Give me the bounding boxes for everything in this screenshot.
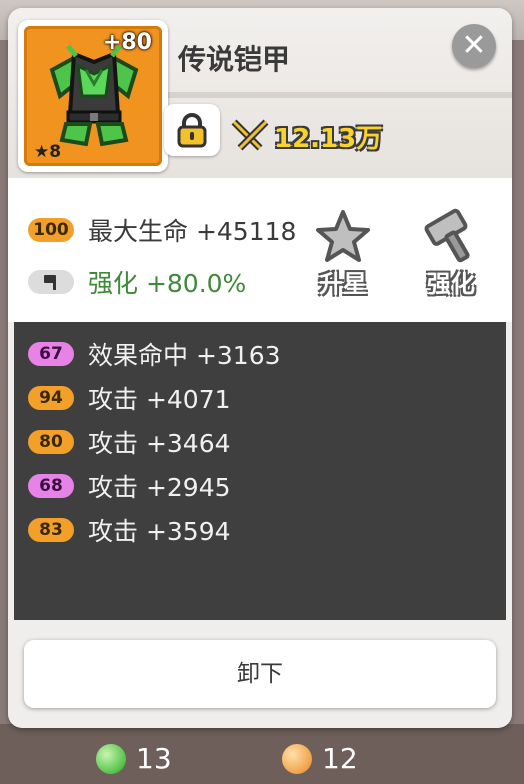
item-card[interactable]: +80 ★8 (18, 20, 168, 172)
currency-value: 12 (322, 742, 358, 775)
sub-stat-row: 67 效果命中 +3163 (28, 336, 281, 372)
armor-icon (49, 44, 139, 147)
sub-stat-row: 83 攻击 +3594 (28, 512, 231, 548)
stat-badge: 94 (28, 386, 74, 410)
item-detail-panel: +80 ★8 传说铠甲 ✕ 12.13万 100 最大生命 +45118 强化 … (8, 8, 512, 728)
enhance-level: +80 (102, 30, 152, 55)
stat-badge: 100 (28, 218, 74, 242)
close-icon: ✕ (461, 28, 487, 63)
enhance-stat-row: 强化 +80.0% (28, 264, 246, 300)
enhance-label: 强化 (427, 270, 475, 298)
orange-gem-icon (282, 743, 312, 774)
currency-orange: 12 (282, 742, 358, 775)
power-value: 12.13万 (274, 124, 383, 154)
upgrade-star-button[interactable]: 升星 (308, 208, 378, 298)
stat-text: 攻击 +4071 (88, 385, 231, 414)
item-name: 传说铠甲 (178, 43, 291, 76)
item-icon-frame: +80 ★8 (24, 26, 162, 166)
main-stats: 100 最大生命 +45118 强化 +80.0% 升星 强化 (8, 178, 512, 322)
stat-text: 攻击 +2945 (88, 473, 231, 502)
stat-badge: 83 (28, 518, 74, 542)
main-stat-row: 100 最大生命 +45118 (28, 212, 296, 248)
currency-value: 13 (136, 742, 172, 775)
stat-text: 攻击 +3594 (88, 517, 231, 546)
lock-button[interactable] (164, 104, 220, 156)
green-gem-icon (96, 743, 126, 774)
stat-text: 最大生命 +45118 (88, 217, 297, 246)
star-icon: ★ (34, 142, 50, 162)
sub-stat-row: 68 攻击 +2945 (28, 468, 231, 504)
sub-stat-row: 94 攻击 +4071 (28, 380, 231, 416)
sub-stat-row: 80 攻击 +3464 (28, 424, 231, 460)
stat-text: 效果命中 +3163 (88, 341, 281, 370)
stat-text: 强化 +80.0% (88, 269, 247, 298)
stat-badge: 68 (28, 474, 74, 498)
bottom-bar (0, 724, 524, 784)
stat-badge: 67 (28, 342, 74, 366)
hammer-icon (28, 270, 74, 294)
unequip-button[interactable]: 卸下 (24, 640, 496, 708)
header-divider (158, 92, 512, 98)
hammer-icon (424, 208, 470, 263)
stat-badge: 80 (28, 430, 74, 454)
star-count: ★8 (34, 142, 62, 162)
close-button[interactable]: ✕ (452, 24, 496, 68)
lock-icon (177, 113, 207, 148)
upgrade-star-label: 升星 (319, 270, 367, 298)
enhance-button[interactable]: 强化 (416, 208, 486, 298)
crossed-swords-icon (231, 119, 269, 151)
star-outline-icon (316, 210, 370, 262)
sub-stats: 67 效果命中 +3163 94 攻击 +4071 80 攻击 +3464 68… (14, 322, 506, 620)
currency-green: 13 (96, 742, 172, 775)
stat-text: 攻击 +3464 (88, 429, 231, 458)
